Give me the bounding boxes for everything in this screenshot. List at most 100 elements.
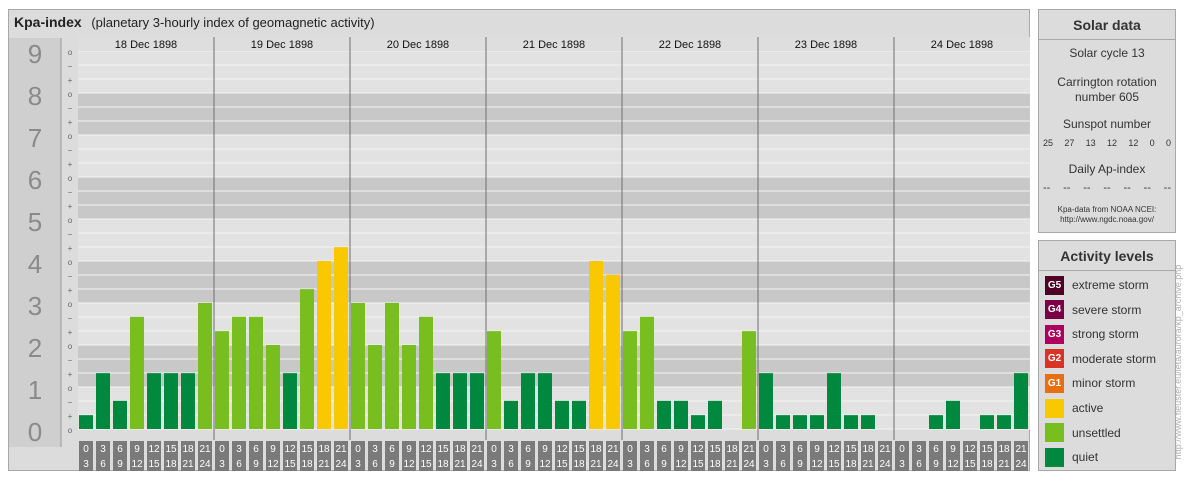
y-subtick-label: +: [68, 118, 73, 127]
ap-values: -- -- -- -- -- -- --: [1043, 182, 1171, 194]
interval-end-label: 9: [933, 459, 939, 470]
y-subtick-label: +: [68, 412, 73, 421]
interval-end-label: 21: [726, 459, 738, 470]
interval-end-label: 21: [454, 459, 466, 470]
interval-end-label: 21: [590, 459, 602, 470]
kp-bar: [708, 400, 722, 429]
activity-swatch: [1045, 398, 1064, 418]
interval-start-label: 12: [692, 444, 704, 455]
kp-bar: [181, 373, 195, 429]
interval-start-label: 21: [471, 444, 483, 455]
interval-start-label: 0: [219, 444, 225, 455]
interval-start-label: 9: [542, 444, 548, 455]
kp-bar: [606, 274, 620, 429]
kp-bar: [538, 373, 552, 429]
interval-end-label: 18: [845, 459, 857, 470]
interval-start-label: 3: [508, 444, 514, 455]
kp-bar: [776, 415, 790, 429]
activity-level-item: quiet: [1045, 447, 1171, 467]
interval-end-label: 15: [420, 459, 432, 470]
interval-start-label: 15: [301, 444, 313, 455]
interval-end-label: 24: [471, 459, 483, 470]
interval-start-label: 21: [335, 444, 347, 455]
interval-start-label: 3: [916, 444, 922, 455]
interval-end-label: 12: [403, 459, 415, 470]
kp-bar: [232, 316, 246, 429]
kp-bar: [351, 303, 365, 429]
y-subtick-label: −: [68, 230, 73, 239]
interval-end-label: 21: [318, 459, 330, 470]
kpa-bar-chart: 0123456789o+−o+−o+−o+−o+−o+−o+−o+−o+−o18…: [9, 37, 1030, 471]
solar-data-panel: Solar data Solar cycle 13 Carrington rot…: [1038, 9, 1176, 233]
ap-value: --: [1083, 182, 1091, 194]
interval-end-label: 21: [862, 459, 874, 470]
interval-start-label: 15: [709, 444, 721, 455]
kp-bar: [946, 400, 960, 429]
kp-bar: [1014, 373, 1028, 429]
interval-end-label: 3: [763, 459, 769, 470]
interval-end-label: 6: [916, 459, 922, 470]
activity-level-label: quiet: [1072, 450, 1099, 465]
sunspot-values: 25 27 13 12 12 0 0: [1043, 138, 1171, 148]
interval-start-label: 9: [406, 444, 412, 455]
sunspot-value: 13: [1085, 138, 1096, 148]
carrington-line-1: Carrington rotation: [1057, 75, 1157, 89]
activity-swatch: G5: [1045, 275, 1064, 295]
interval-start-label: 12: [556, 444, 568, 455]
activity-level-item: unsettled: [1045, 423, 1171, 443]
interval-end-label: 12: [131, 459, 143, 470]
kp-bar: [385, 303, 399, 429]
interval-start-label: 3: [100, 444, 106, 455]
day-label: 22 Dec 1898: [659, 39, 721, 51]
interval-start-label: 9: [270, 444, 276, 455]
kp-bar: [79, 415, 93, 429]
y-subtick-label: −: [68, 104, 73, 113]
activity-heading: Activity levels: [1060, 248, 1154, 264]
sunspot-value: 25: [1043, 138, 1054, 148]
y-subtick-label: +: [68, 202, 73, 211]
kp-bar: [929, 415, 943, 429]
interval-start-label: 3: [644, 444, 650, 455]
kp-bar: [657, 400, 671, 429]
interval-start-label: 0: [627, 444, 633, 455]
kp-bar: [810, 415, 824, 429]
interval-start-label: 21: [743, 444, 755, 455]
interval-end-label: 3: [627, 459, 633, 470]
interval-start-label: 18: [318, 444, 330, 455]
activity-levels-panel: Activity levels G5 extreme storm G4 severe …: [1038, 240, 1176, 471]
interval-start-label: 15: [165, 444, 177, 455]
interval-end-label: 21: [998, 459, 1010, 470]
kp-bar: [793, 415, 807, 429]
interval-end-label: 24: [607, 459, 619, 470]
interval-start-label: 18: [454, 444, 466, 455]
kp-bar: [844, 415, 858, 429]
y-subtick-label: −: [68, 62, 73, 71]
interval-start-label: 9: [814, 444, 820, 455]
kp-bar: [266, 345, 280, 429]
y-subtick-label: −: [68, 272, 73, 281]
kp-bar: [147, 373, 161, 429]
interval-end-label: 12: [811, 459, 823, 470]
activity-level-label: minor storm: [1072, 376, 1136, 391]
ap-value: --: [1063, 182, 1071, 194]
interval-start-label: 18: [726, 444, 738, 455]
y-tick-label: 6: [28, 165, 42, 195]
interval-end-label: 9: [253, 459, 259, 470]
kp-bar: [555, 400, 569, 429]
interval-start-label: 15: [845, 444, 857, 455]
y-subtick-label: +: [68, 328, 73, 337]
y-subtick-label: o: [68, 90, 73, 99]
interval-end-label: 24: [879, 459, 891, 470]
day-label: 21 Dec 1898: [523, 39, 585, 51]
interval-end-label: 12: [539, 459, 551, 470]
interval-end-label: 3: [491, 459, 497, 470]
interval-end-label: 24: [199, 459, 211, 470]
interval-start-label: 21: [879, 444, 891, 455]
kp-bar: [742, 331, 756, 429]
activity-level-label: strong storm: [1072, 327, 1139, 342]
interval-end-label: 18: [709, 459, 721, 470]
interval-end-label: 12: [675, 459, 687, 470]
activity-swatch: [1045, 423, 1064, 443]
interval-start-label: 0: [899, 444, 905, 455]
interval-end-label: 6: [780, 459, 786, 470]
